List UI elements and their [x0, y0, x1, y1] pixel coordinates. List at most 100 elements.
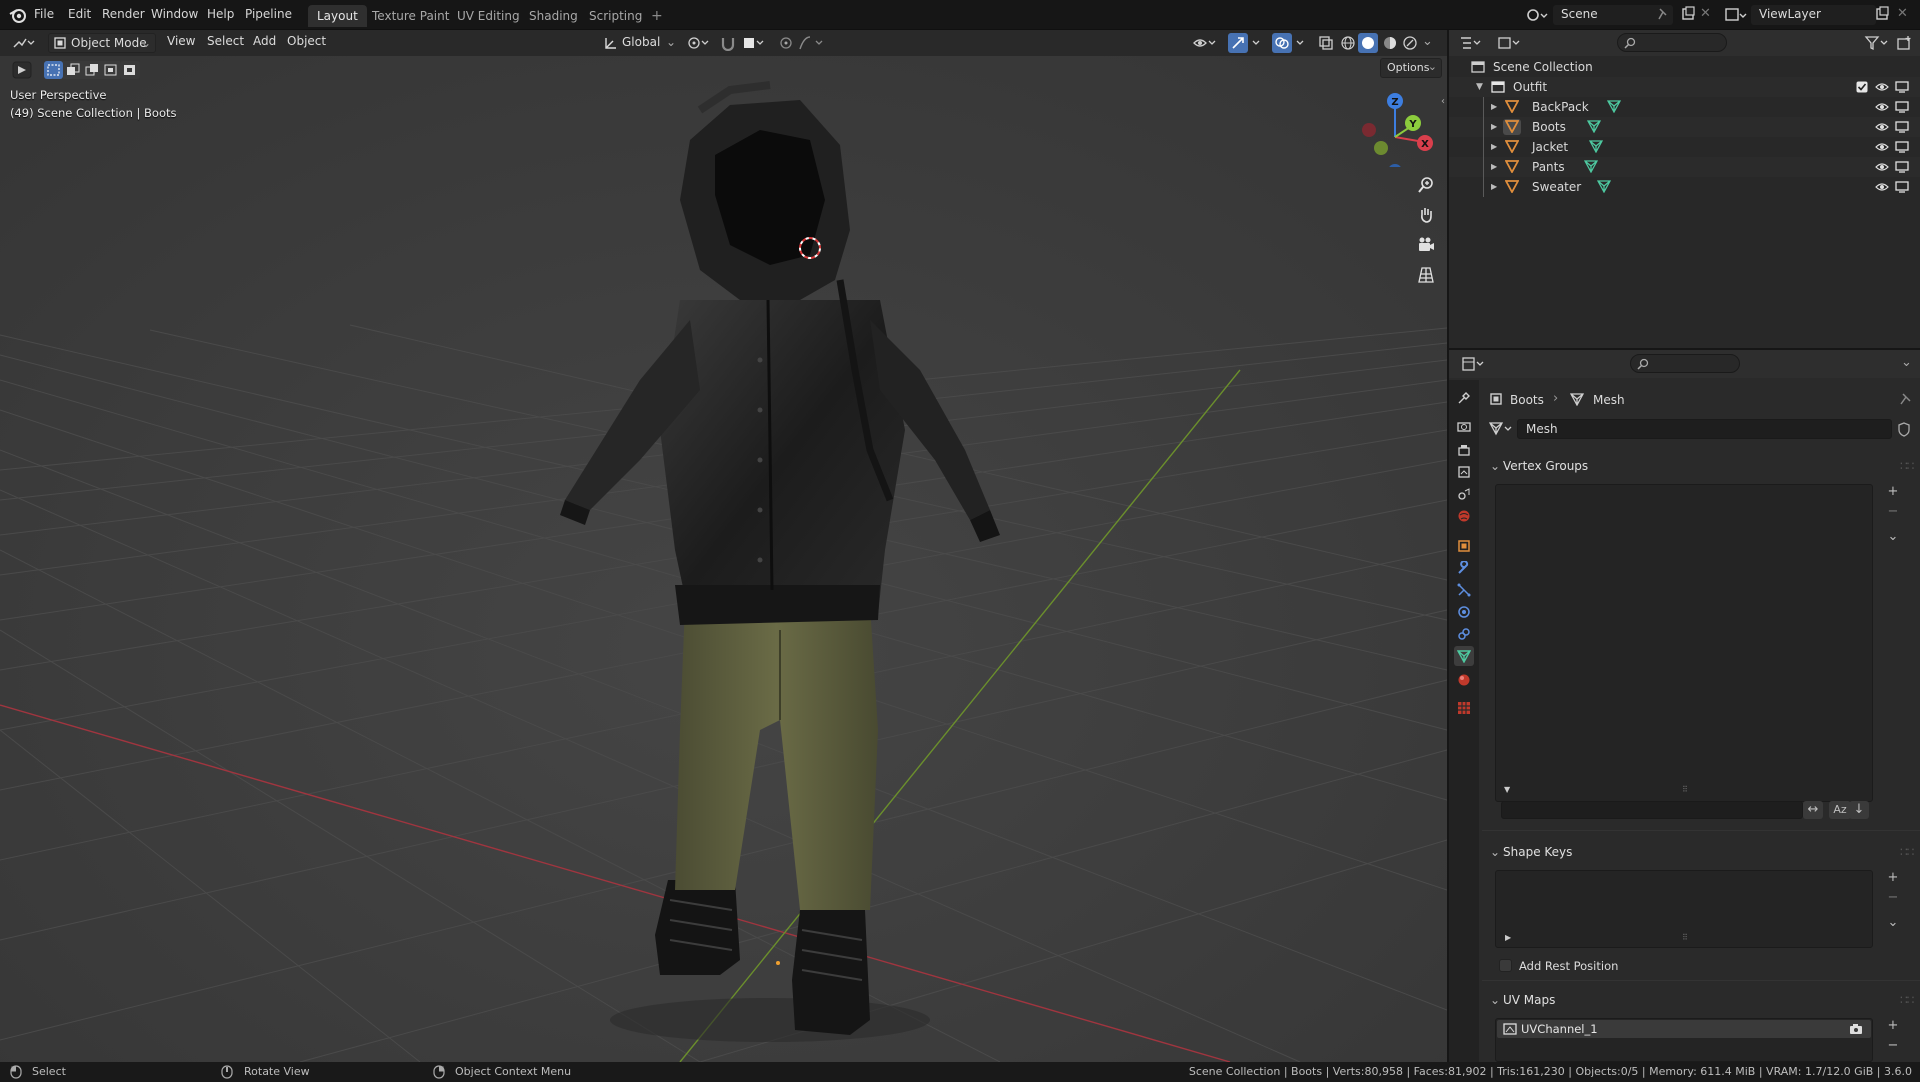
monitor-icon[interactable]	[1895, 161, 1909, 173]
editor-type-icon[interactable]	[12, 35, 36, 51]
rendered-shading-icon[interactable]	[1402, 35, 1418, 51]
eye-icon[interactable]	[1875, 182, 1889, 192]
sort-reverse-button[interactable]: ↓	[1849, 801, 1869, 819]
outliner-row-outfit[interactable]: ▼ Outfit	[1449, 77, 1920, 97]
shading-options-chevron-icon[interactable]: ⌄	[1422, 34, 1433, 49]
blender-logo-icon[interactable]	[9, 6, 27, 24]
menu-view[interactable]: View	[167, 34, 195, 48]
options-dropdown[interactable]: Options ⌄	[1380, 58, 1442, 78]
tab-view-layer[interactable]	[1454, 462, 1474, 482]
add-shape-key-button[interactable]: +	[1883, 869, 1903, 887]
tab-layout[interactable]: Layout	[308, 5, 367, 27]
falloff-icon[interactable]	[798, 35, 826, 51]
pivot-point-icon[interactable]	[686, 35, 712, 51]
invert-filter-button[interactable]: ↔	[1803, 801, 1823, 819]
new-collection-icon[interactable]	[1896, 35, 1912, 51]
zoom-button[interactable]	[1413, 172, 1439, 198]
mesh-browse-icon[interactable]	[1489, 421, 1515, 437]
tab-constraints[interactable]	[1454, 624, 1474, 644]
transform-orientation-dropdown[interactable]: Global ⌄	[600, 33, 678, 53]
menu-render[interactable]: Render	[102, 7, 145, 21]
menu-pipeline[interactable]: Pipeline	[245, 7, 292, 21]
tab-scripting[interactable]: Scripting	[580, 5, 651, 27]
view-layer-field[interactable]: ViewLayer	[1751, 5, 1876, 25]
outliner-row-backpack[interactable]: ▶ BackPack	[1449, 97, 1920, 117]
tab-tool[interactable]	[1454, 388, 1474, 408]
outliner-editor-type-icon[interactable]	[1459, 35, 1485, 51]
delete-view-layer-icon[interactable]: ✕	[1897, 6, 1908, 21]
expand-arrow-icon[interactable]: ▶	[1491, 137, 1497, 157]
outliner-row-jacket[interactable]: ▶ Jacket	[1449, 137, 1920, 157]
add-workspace-button[interactable]: +	[642, 5, 672, 27]
tab-scene[interactable]	[1454, 484, 1474, 504]
drag-handle-icon[interactable]: ∷∷	[1900, 988, 1914, 1012]
vertex-group-specials-button[interactable]: ⌄	[1883, 528, 1903, 546]
delete-scene-icon[interactable]: ✕	[1700, 6, 1711, 21]
outliner-row-boots[interactable]: ▶ Boots	[1449, 117, 1920, 137]
add-uv-map-button[interactable]: +	[1883, 1017, 1903, 1035]
mesh-name-field[interactable]: Mesh	[1517, 419, 1892, 439]
properties-editor-type-icon[interactable]	[1461, 356, 1487, 372]
remove-uv-map-button[interactable]: −	[1883, 1037, 1903, 1055]
drag-handle-icon[interactable]: ∷∷	[1900, 454, 1914, 478]
display-mode-icon[interactable]	[1497, 35, 1523, 51]
tab-shading[interactable]: Shading	[520, 5, 587, 27]
tab-texture[interactable]	[1454, 698, 1474, 718]
properties-options-chevron-icon[interactable]: ⌄	[1901, 355, 1912, 370]
uv-maps-panel-header[interactable]: ⌄ UV Maps ∷∷	[1487, 988, 1917, 1012]
remove-shape-key-button[interactable]: −	[1883, 889, 1903, 907]
properties-search-input[interactable]	[1630, 354, 1740, 373]
add-vertex-group-button[interactable]: +	[1883, 483, 1903, 501]
outliner-row-scene-collection[interactable]: Scene Collection	[1449, 57, 1920, 77]
fake-user-shield-icon[interactable]	[1896, 421, 1912, 437]
list-filter-toggle-icon[interactable]: ▶	[1505, 933, 1511, 942]
expand-arrow-icon[interactable]: ▶	[1491, 97, 1497, 117]
expand-arrow-icon[interactable]: ▼	[1476, 77, 1483, 97]
outliner-search-input[interactable]	[1617, 33, 1727, 52]
wireframe-shading-icon[interactable]	[1340, 35, 1356, 51]
tool-settings-icon[interactable]	[12, 61, 32, 79]
3d-viewport[interactable]: Object Mode ⌄ View Select Add Object Glo…	[0, 30, 1447, 1062]
eye-icon[interactable]	[1875, 82, 1889, 92]
new-view-layer-icon[interactable]	[1874, 6, 1890, 22]
outliner-row-sweater[interactable]: ▶ Sweater	[1449, 177, 1920, 197]
exclude-checkbox-icon[interactable]	[1856, 81, 1868, 93]
tab-particles[interactable]	[1454, 580, 1474, 600]
monitor-icon[interactable]	[1895, 181, 1909, 193]
expand-arrow-icon[interactable]: ▶	[1491, 177, 1497, 197]
vertex-groups-panel-header[interactable]: ⌄ Vertex Groups ∷∷	[1487, 454, 1917, 478]
filter-icon[interactable]	[1864, 35, 1890, 51]
tab-material[interactable]	[1454, 670, 1474, 690]
outliner-row-pants[interactable]: ▶ Pants	[1449, 157, 1920, 177]
tab-output[interactable]	[1454, 440, 1474, 460]
new-scene-icon[interactable]	[1680, 6, 1696, 22]
gizmo-toggle-icon[interactable]	[1228, 33, 1268, 53]
overlays-toggle-icon[interactable]	[1272, 33, 1312, 53]
menu-edit[interactable]: Edit	[68, 7, 91, 21]
tab-physics[interactable]	[1454, 602, 1474, 622]
eye-icon[interactable]	[1875, 162, 1889, 172]
menu-object[interactable]: Object	[287, 34, 326, 48]
material-shading-icon[interactable]	[1382, 35, 1398, 51]
selection-mode-icons[interactable]	[44, 61, 140, 79]
camera-render-icon[interactable]	[1849, 1023, 1863, 1035]
shape-keys-list[interactable]: ▶ ⠿	[1495, 870, 1873, 948]
menu-select[interactable]: Select	[207, 34, 244, 48]
tab-modifiers[interactable]	[1454, 558, 1474, 578]
solid-shading-icon[interactable]	[1358, 33, 1378, 53]
uv-map-row[interactable]: UVChannel_1	[1497, 1020, 1871, 1038]
pin-icon[interactable]	[1898, 392, 1912, 406]
remove-vertex-group-button[interactable]: −	[1883, 503, 1903, 521]
scene-selector-icon[interactable]	[1526, 6, 1552, 24]
menu-window[interactable]: Window	[151, 7, 198, 21]
monitor-icon[interactable]	[1895, 141, 1909, 153]
tab-uv-editing[interactable]: UV Editing	[448, 5, 529, 27]
monitor-icon[interactable]	[1895, 101, 1909, 113]
shape-key-specials-button[interactable]: ⌄	[1883, 914, 1903, 932]
xray-toggle-icon[interactable]	[1318, 35, 1334, 51]
eye-icon[interactable]	[1875, 102, 1889, 112]
tab-object[interactable]	[1454, 536, 1474, 556]
monitor-icon[interactable]	[1895, 121, 1909, 133]
vertex-group-filter-input[interactable]	[1501, 801, 1803, 819]
list-filter-toggle-icon[interactable]: ▼	[1504, 785, 1510, 794]
